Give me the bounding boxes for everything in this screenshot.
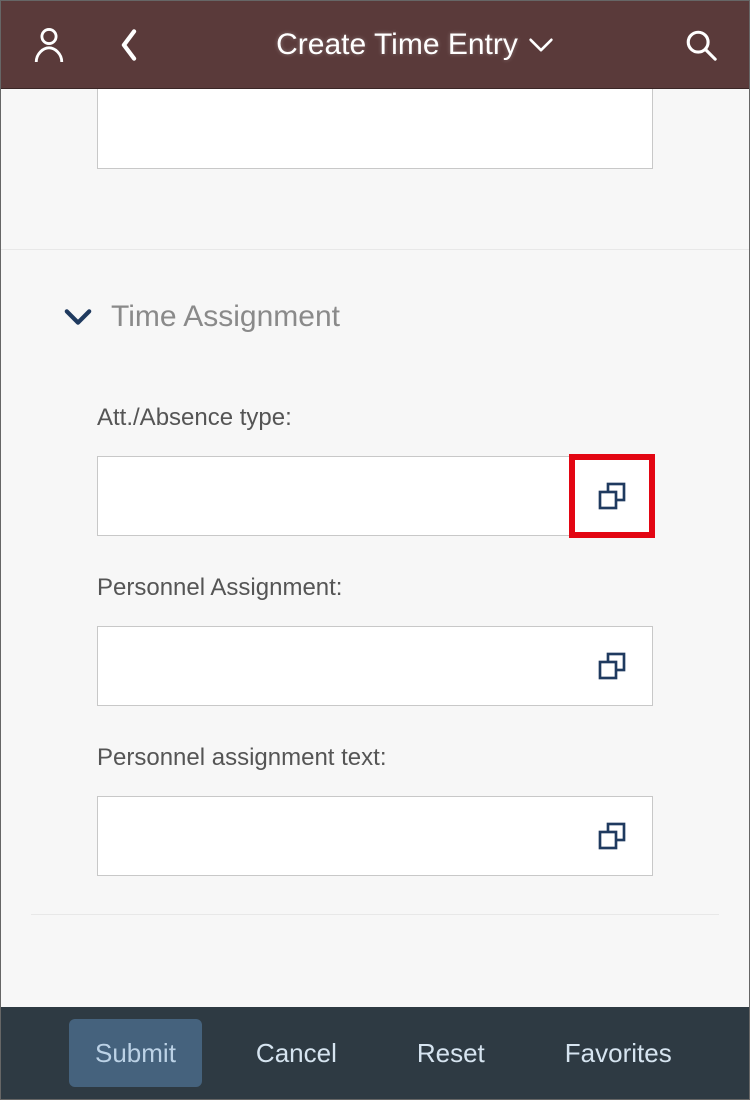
search-button[interactable]: [671, 28, 731, 62]
favorites-button[interactable]: Favorites: [539, 1019, 698, 1087]
input-wrap: [97, 796, 653, 876]
value-help-icon: [596, 650, 628, 682]
submit-button[interactable]: Submit: [69, 1019, 202, 1087]
personnel-assignment-text-value-help-button[interactable]: [572, 797, 652, 875]
section-title: Time Assignment: [111, 300, 340, 334]
previous-field-input[interactable]: [97, 89, 653, 169]
field-label: Att./Absence type:: [97, 404, 653, 432]
personnel-assignment-value-help-button[interactable]: [572, 627, 652, 705]
value-help-icon: [596, 480, 628, 512]
profile-button[interactable]: [19, 26, 79, 64]
cancel-button[interactable]: Cancel: [230, 1019, 363, 1087]
att-absence-value-help-button[interactable]: [572, 457, 652, 535]
personnel-assignment-input[interactable]: [98, 627, 572, 705]
field-label: Personnel Assignment:: [97, 574, 653, 602]
personnel-assignment-text-input[interactable]: [98, 797, 572, 875]
section-divider: [31, 914, 719, 915]
chevron-down-icon: [528, 37, 554, 53]
footer-toolbar: Submit Cancel Reset Favorites: [1, 1007, 749, 1099]
back-button[interactable]: [99, 28, 159, 62]
chevron-left-icon: [118, 28, 140, 62]
page-title: Create Time Entry: [276, 28, 518, 62]
fields-container: Att./Absence type: Personnel Assignment:: [1, 334, 749, 876]
search-icon: [684, 28, 718, 62]
field-att-absence: Att./Absence type:: [97, 404, 653, 536]
page-title-dropdown[interactable]: Create Time Entry: [159, 28, 671, 62]
att-absence-input[interactable]: [98, 457, 572, 535]
section-collapse-toggle[interactable]: [63, 302, 93, 332]
section-header[interactable]: Time Assignment: [1, 250, 749, 334]
app-header: Create Time Entry: [1, 1, 749, 89]
content-area: Time Assignment Att./Absence type: Perso…: [1, 89, 749, 1007]
field-personnel-assignment-text: Personnel assignment text:: [97, 744, 653, 876]
reset-button[interactable]: Reset: [391, 1019, 511, 1087]
value-help-icon: [596, 820, 628, 852]
field-label: Personnel assignment text:: [97, 744, 653, 772]
chevron-down-icon: [64, 308, 92, 326]
person-icon: [32, 26, 66, 64]
input-wrap: [97, 456, 653, 536]
field-personnel-assignment: Personnel Assignment:: [97, 574, 653, 706]
input-wrap: [97, 626, 653, 706]
